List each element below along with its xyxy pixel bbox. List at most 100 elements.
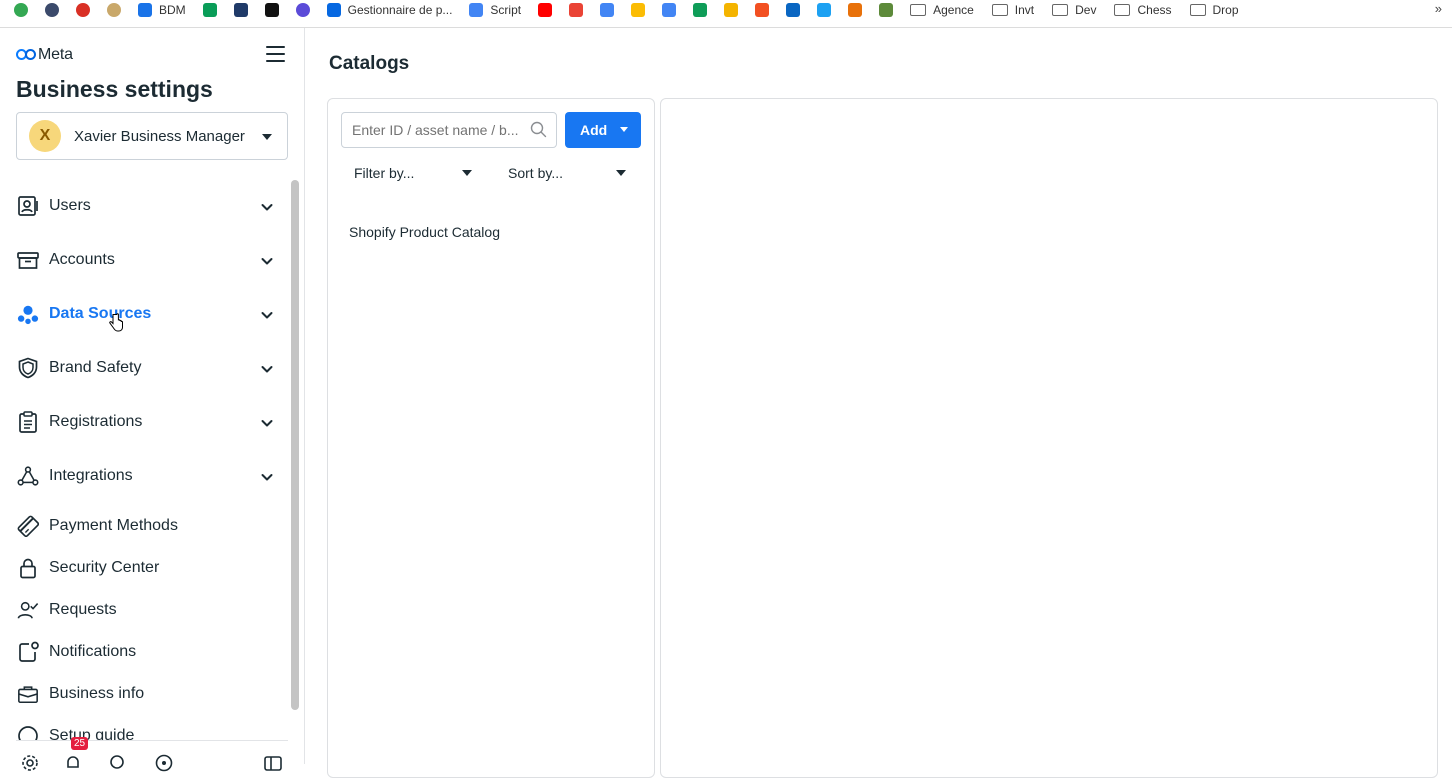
sidebar-item-business-info[interactable]: Business info [0, 680, 290, 708]
sidebar-item-integrations[interactable]: Integrations [0, 462, 290, 490]
bookmark-folder-label: Dev [1075, 3, 1097, 17]
bookmark-item[interactable] [848, 0, 863, 20]
meta-infinity-icon [16, 49, 36, 61]
business-selector[interactable]: X Xavier Business Manager [16, 112, 288, 160]
business-avatar: X [29, 120, 61, 152]
bookmark-item[interactable] [662, 0, 677, 20]
bookmark-folder-label: Chess [1137, 3, 1172, 17]
bookmark-item[interactable]: Gestionnaire de p... [326, 0, 452, 20]
sidebar-footer: 25 [0, 737, 305, 772]
section-title: Catalogs [329, 53, 410, 74]
catalog-list-item[interactable]: Shopify Product Catalog [340, 217, 640, 247]
users-icon [17, 195, 39, 217]
sidebar-item-payment-methods[interactable]: Payment Methods [0, 512, 290, 540]
calendar-icon [600, 3, 615, 17]
data-sources-icon [17, 303, 39, 325]
bookmark-item[interactable]: BDM [138, 0, 186, 20]
chevron-down-icon [261, 470, 273, 482]
bookmark-folder-label: Invt [1014, 3, 1035, 17]
chevron-down-icon [261, 362, 273, 374]
bookmark-folder-label: Agence [933, 3, 974, 17]
settings-gear-icon[interactable] [21, 754, 39, 772]
folder-icon [910, 4, 927, 16]
briefcase-icon [17, 683, 39, 705]
sidebar-item-label: Integrations [49, 467, 133, 484]
sidebar-item-security-center[interactable]: Security Center [0, 554, 290, 582]
drive-icon [631, 3, 646, 17]
chevron-down-icon [261, 254, 273, 266]
more-bookmarks-button[interactable]: » [1435, 1, 1442, 16]
setup-guide-icon [17, 725, 39, 740]
sidebar-item-label: Business info [49, 685, 145, 702]
sidebar-item-accounts[interactable]: Accounts [0, 246, 290, 274]
youtube-icon [538, 3, 553, 17]
bookmark-item[interactable] [755, 0, 770, 20]
help-icon[interactable] [155, 754, 173, 772]
bookmark-item[interactable] [817, 0, 832, 20]
bookmark-item[interactable] [107, 0, 121, 20]
bookmark-item[interactable] [631, 0, 646, 20]
sidebar-item-notifications[interactable]: Notifications [0, 638, 290, 666]
sidebar-item-data-sources[interactable]: Data Sources [0, 300, 290, 328]
eye-icon [45, 3, 59, 17]
bookmark-item[interactable] [879, 0, 894, 20]
sidebar-item-registrations[interactable]: Registrations [0, 408, 290, 436]
sidebar-scrollbar[interactable] [291, 180, 299, 710]
bookmark-item[interactable] [724, 0, 739, 20]
archive-box-icon [17, 249, 39, 271]
credit-card-icon [17, 515, 39, 537]
bookmark-item[interactable] [202, 0, 217, 20]
search-icon[interactable] [109, 754, 127, 772]
sidebar-item-requests[interactable]: Requests [0, 596, 290, 624]
triangle-icon [138, 3, 152, 17]
sidebar-item-setup-guide[interactable]: Setup guide [0, 722, 290, 740]
sidebar-footer-divider [16, 740, 288, 741]
caret-down-icon [262, 134, 272, 140]
gmail-icon [569, 3, 584, 17]
bookmark-item[interactable] [538, 0, 553, 20]
bookmark-folder[interactable]: Drop [1189, 0, 1239, 20]
circle-icon [295, 3, 310, 17]
bookmark-folder[interactable]: Dev [1052, 0, 1096, 20]
filter-dropdown[interactable]: Filter by... [354, 161, 474, 185]
bookmark-item[interactable] [45, 0, 59, 20]
bookmark-item[interactable] [14, 0, 28, 20]
asset-search-input[interactable] [341, 112, 557, 148]
bell-icon[interactable] [64, 754, 82, 772]
lock-icon [17, 557, 39, 579]
bookmark-item[interactable] [600, 0, 615, 20]
bookmark-item[interactable]: Script [469, 0, 521, 20]
bookmark-folder[interactable]: Invt [991, 0, 1035, 20]
docs-icon [662, 3, 677, 17]
sort-label: Sort by... [508, 165, 563, 181]
bookmark-item[interactable] [693, 0, 708, 20]
badge-icon [107, 3, 121, 17]
sidebar-item-brand-safety[interactable]: Brand Safety [0, 354, 290, 382]
sidebar-item-users[interactable]: Users [0, 192, 290, 220]
panel-toggle-icon[interactable] [264, 754, 282, 772]
doc-icon [469, 3, 484, 17]
sheets-icon [693, 3, 708, 17]
caret-down-icon [620, 127, 628, 132]
chess-pawn-icon [879, 3, 894, 17]
bookmark-label: BDM [159, 3, 186, 17]
notification-count-badge: 25 [71, 737, 89, 750]
sort-dropdown[interactable]: Sort by... [508, 161, 628, 185]
add-button-label: Add [580, 122, 608, 138]
bookmark-item[interactable] [786, 0, 801, 20]
bookmark-item[interactable] [569, 0, 584, 20]
bookmark-label: Script [490, 3, 522, 17]
meta-logo[interactable]: Meta [16, 46, 73, 64]
circle-t-icon [14, 3, 28, 17]
bookmark-item[interactable] [233, 0, 248, 20]
bookmark-item[interactable] [264, 0, 279, 20]
hamburger-menu-icon[interactable] [266, 46, 285, 62]
bookmark-item[interactable] [76, 0, 90, 20]
add-button[interactable]: Add [565, 112, 641, 148]
bookmarks-bar: BDM Gestionnaire de p... Script Agence Invt D… [0, 0, 1452, 20]
bookmark-item[interactable] [295, 0, 310, 20]
twitter-icon [817, 3, 832, 17]
bookmark-folder[interactable]: Agence [910, 0, 974, 20]
sidebar-item-label: Users [49, 197, 91, 214]
bookmark-folder[interactable]: Chess [1114, 0, 1172, 20]
